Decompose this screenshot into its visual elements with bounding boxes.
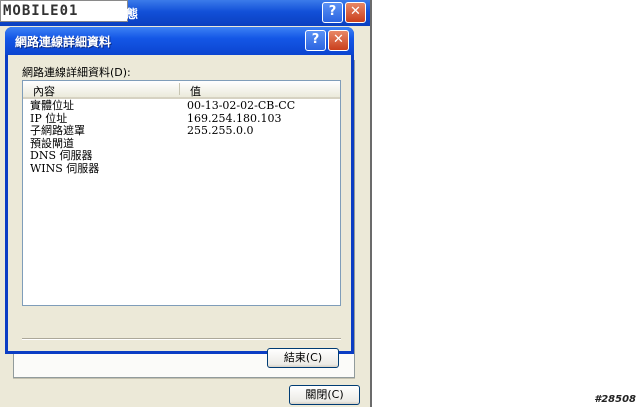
listview-header: 內容 值 xyxy=(23,81,340,99)
row-property: WINS 伺服器 xyxy=(30,161,100,175)
dialog-title: 網路連線詳細資料 xyxy=(15,35,112,49)
background-divider xyxy=(13,378,355,379)
corner-tag: #28508 xyxy=(594,394,636,405)
background-title-fragment: 態 xyxy=(126,7,139,21)
dialog-body: 網路連線詳細資料(D): 內容 值 實體位址 00-13-02-02-CB-CC… xyxy=(8,55,351,368)
network-details-dialog: 網路連線詳細資料 ? ✕ 網路連線詳細資料(D): 內容 值 實體位址 00-1… xyxy=(5,27,354,368)
window-edge xyxy=(370,0,372,407)
dialog-titlebar: 網路連線詳細資料 ? ✕ xyxy=(5,27,354,55)
table-row[interactable]: WINS 伺服器 xyxy=(23,161,340,176)
background-close-button[interactable]: ✕ xyxy=(345,2,366,23)
row-property: 實體位址 xyxy=(30,99,74,112)
column-separator[interactable] xyxy=(179,83,180,95)
column-header-property[interactable]: 內容 xyxy=(33,83,55,99)
dialog-help-button[interactable]: ? xyxy=(305,30,326,51)
table-row[interactable]: 子網路遮罩 255.255.0.0 xyxy=(23,125,340,138)
dialog-close-text-button[interactable]: 結束(C) xyxy=(267,348,339,368)
details-group-label: 網路連線詳細資料(D): xyxy=(22,66,131,79)
row-value: 255.255.0.0 xyxy=(187,124,254,138)
row-property: 子網路遮罩 xyxy=(30,124,85,138)
watermark-logo: MOBILE01 xyxy=(0,0,128,22)
row-value: 00-13-02-02-CB-CC xyxy=(187,99,296,112)
details-listview[interactable]: 內容 值 實體位址 00-13-02-02-CB-CC IP 位址 169.25… xyxy=(22,80,341,306)
background-titlebar: MOBILE01 態 ? ✕ xyxy=(0,0,370,26)
dialog-divider xyxy=(22,338,341,340)
table-row[interactable]: 實體位址 00-13-02-02-CB-CC xyxy=(23,99,340,113)
listview-rows: 實體位址 00-13-02-02-CB-CC IP 位址 169.254.180… xyxy=(23,99,340,176)
column-header-value[interactable]: 值 xyxy=(190,83,201,99)
background-help-button[interactable]: ? xyxy=(322,2,343,23)
background-close-text-button[interactable]: 關閉(C) xyxy=(289,385,360,405)
dialog-close-button[interactable]: ✕ xyxy=(328,30,349,51)
